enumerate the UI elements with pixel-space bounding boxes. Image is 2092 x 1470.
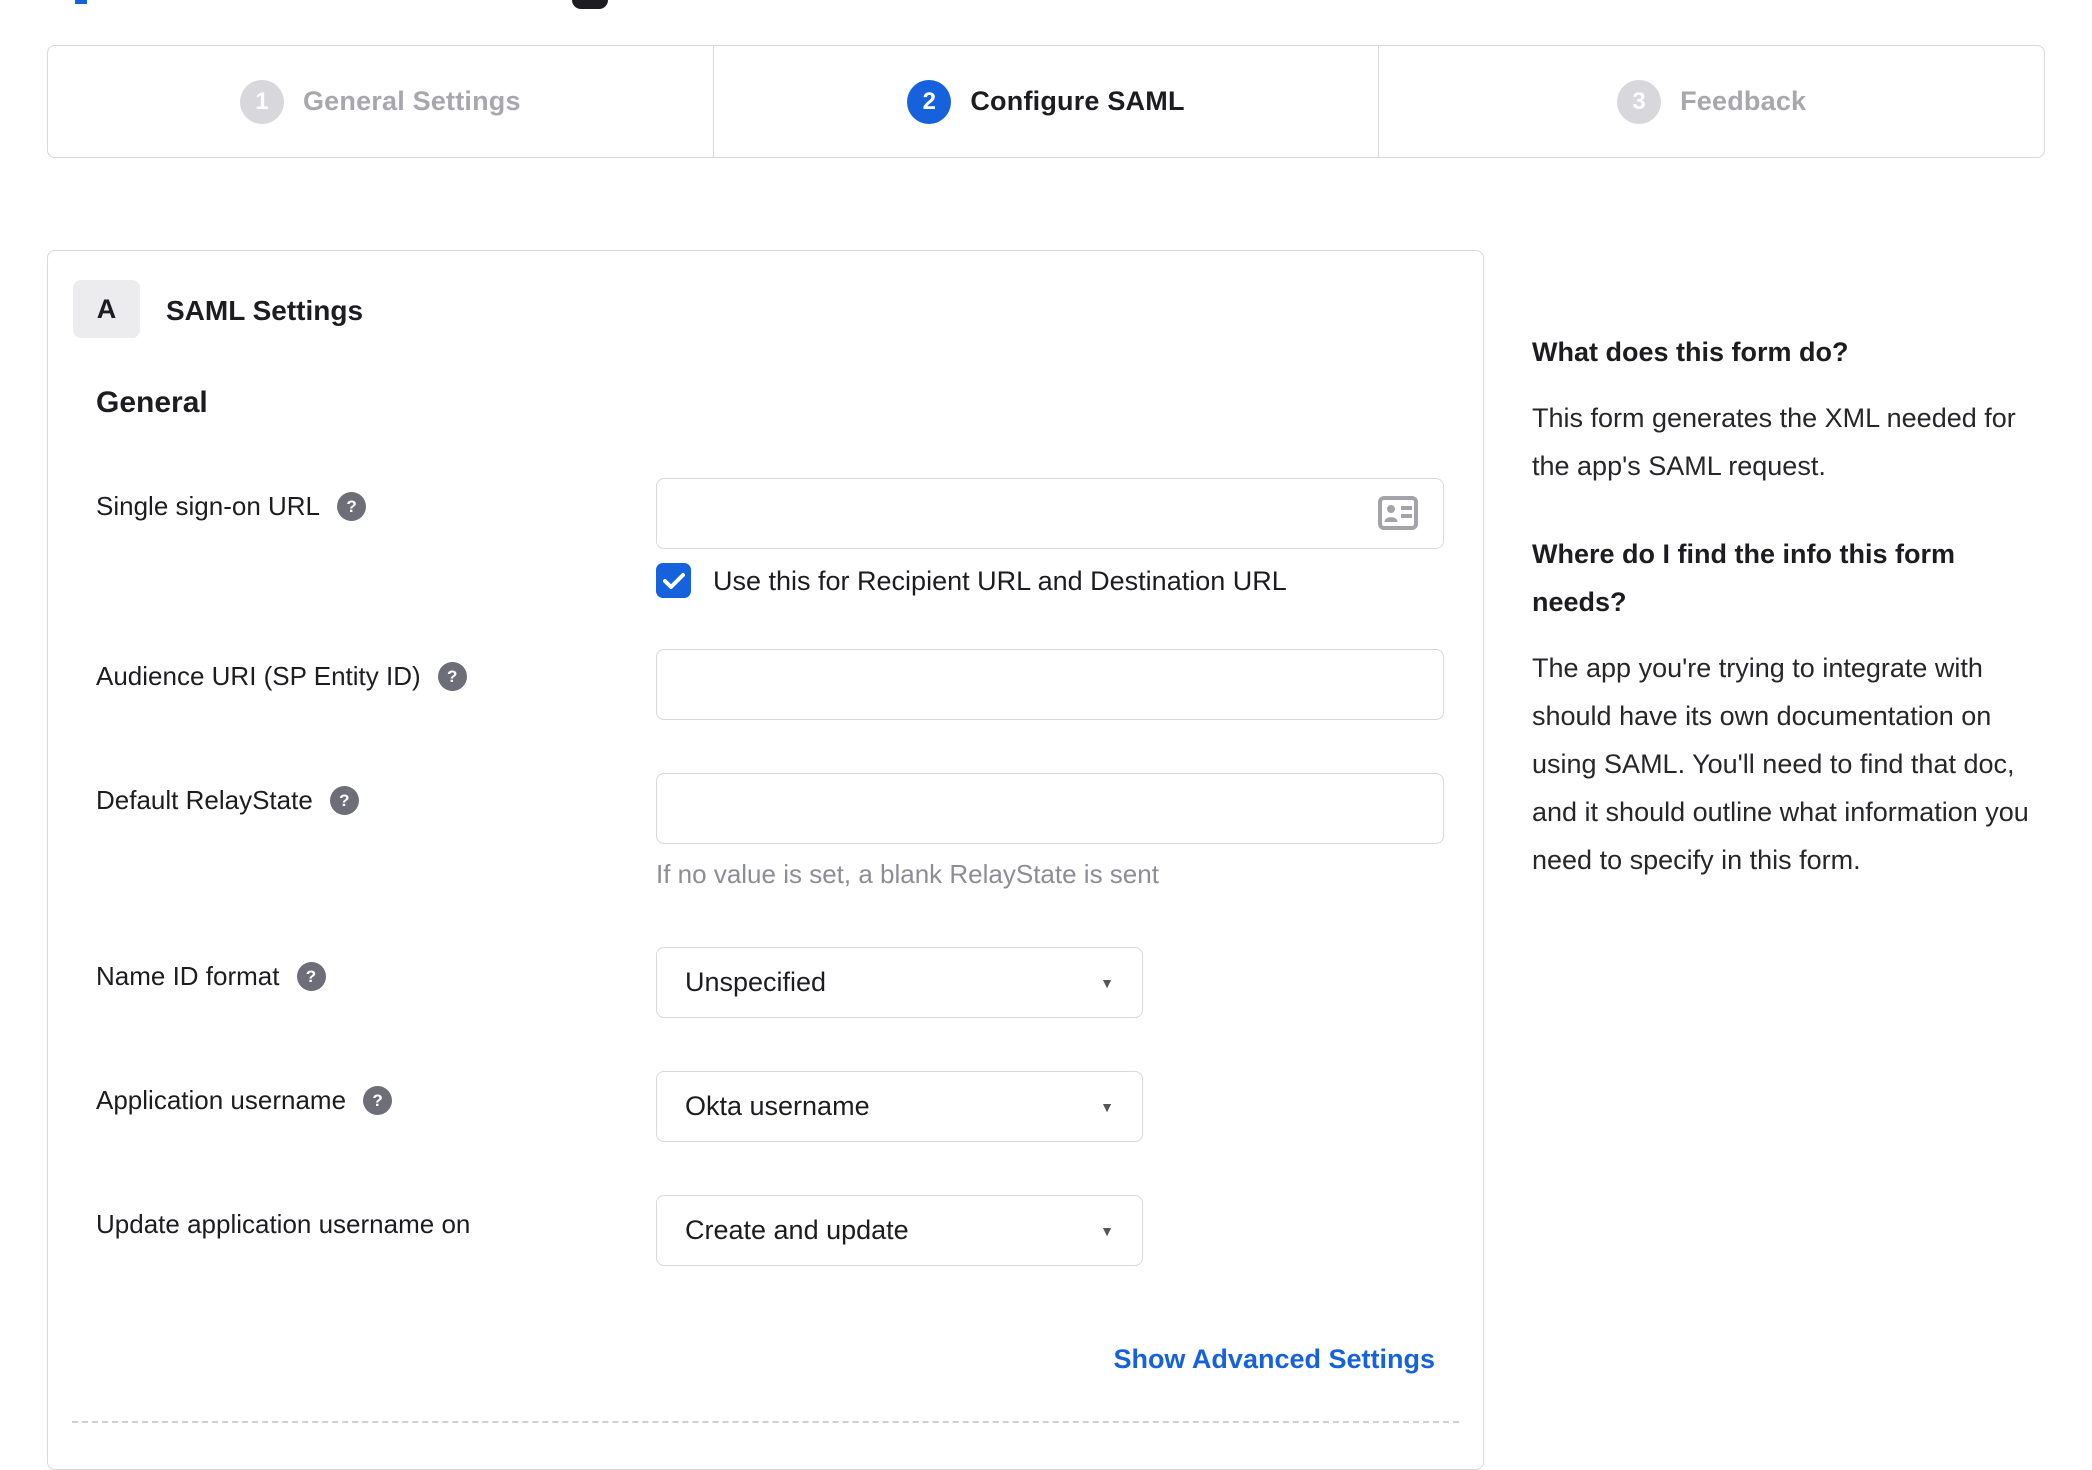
update-app-username-select[interactable]: Create and update ▼ bbox=[656, 1195, 1143, 1266]
clipped-tab-indicator bbox=[75, 0, 87, 4]
step-feedback[interactable]: 3 Feedback bbox=[1378, 46, 2044, 157]
update-app-username-label-row: Update application username on bbox=[96, 1209, 470, 1240]
help-answer-2: The app you're trying to integrate with … bbox=[1532, 653, 2029, 875]
chevron-down-icon: ▼ bbox=[1100, 1222, 1114, 1239]
wizard-stepper: 1 General Settings 2 Configure SAML 3 Fe… bbox=[47, 45, 2045, 158]
name-id-format-label-row: Name ID format ? bbox=[96, 961, 326, 992]
help-icon[interactable]: ? bbox=[363, 1086, 393, 1115]
recipient-url-checkbox-label[interactable]: Use this for Recipient URL and Destinati… bbox=[713, 566, 1287, 597]
name-id-format-value: Unspecified bbox=[685, 967, 827, 997]
checkmark-icon bbox=[662, 572, 685, 589]
show-advanced-settings-link[interactable]: Show Advanced Settings bbox=[1113, 1344, 1435, 1375]
section-a-badge: A bbox=[73, 280, 140, 338]
step-number-badge: 2 bbox=[907, 79, 952, 124]
step-configure-saml[interactable]: 2 Configure SAML bbox=[712, 46, 1379, 157]
section-title: SAML Settings bbox=[166, 295, 364, 326]
chevron-down-icon: ▼ bbox=[1100, 974, 1114, 991]
step-general-settings[interactable]: 1 General Settings bbox=[48, 46, 713, 157]
relay-state-label-row: Default RelayState ? bbox=[96, 785, 359, 816]
relay-state-hint: If no value is set, a blank RelayState i… bbox=[656, 859, 1159, 889]
app-username-label-row: Application username ? bbox=[96, 1085, 393, 1116]
step-number-badge: 3 bbox=[1617, 79, 1662, 124]
app-username-select[interactable]: Okta username ▼ bbox=[656, 1071, 1143, 1142]
relay-state-label: Default RelayState bbox=[96, 785, 313, 815]
step-number-badge: 1 bbox=[239, 79, 284, 124]
sso-url-input[interactable] bbox=[656, 478, 1444, 549]
name-id-format-label: Name ID format bbox=[96, 961, 280, 991]
update-app-username-value: Create and update bbox=[685, 1215, 909, 1245]
app-username-label: Application username bbox=[96, 1085, 347, 1115]
help-icon[interactable]: ? bbox=[337, 492, 367, 521]
audience-uri-label-row: Audience URI (SP Entity ID) ? bbox=[96, 661, 467, 692]
relay-state-input[interactable] bbox=[656, 773, 1444, 844]
help-icon[interactable]: ? bbox=[329, 786, 359, 815]
audience-uri-input[interactable] bbox=[656, 649, 1444, 720]
help-answer-1: This form generates the XML needed for t… bbox=[1532, 403, 2016, 481]
sso-url-label: Single sign-on URL bbox=[96, 491, 321, 521]
saml-settings-panel: A SAML Settings General Single sign-on U… bbox=[47, 250, 1484, 1470]
step-label: Configure SAML bbox=[970, 86, 1185, 116]
section-dashed-divider bbox=[72, 1421, 1459, 1423]
step-label: General Settings bbox=[302, 86, 521, 116]
contact-card-icon[interactable] bbox=[1378, 496, 1418, 535]
help-question-2: Where do I find the info this form needs… bbox=[1532, 539, 1955, 617]
help-sidebar: What does this form do? This form genera… bbox=[1532, 328, 2052, 884]
update-app-username-label: Update application username on bbox=[96, 1209, 471, 1239]
sso-url-label-row: Single sign-on URL ? bbox=[96, 491, 367, 522]
app-username-value: Okta username bbox=[685, 1091, 870, 1121]
help-icon[interactable]: ? bbox=[296, 962, 326, 991]
name-id-format-select[interactable]: Unspecified ▼ bbox=[656, 947, 1143, 1018]
audience-uri-label: Audience URI (SP Entity ID) bbox=[96, 661, 421, 691]
help-icon[interactable]: ? bbox=[437, 662, 467, 691]
step-label: Feedback bbox=[1680, 86, 1807, 116]
general-heading: General bbox=[96, 386, 208, 419]
clipped-icon bbox=[572, 0, 608, 9]
chevron-down-icon: ▼ bbox=[1100, 1098, 1114, 1115]
help-question-1: What does this form do? bbox=[1532, 337, 1849, 367]
recipient-url-checkbox[interactable] bbox=[656, 563, 691, 598]
